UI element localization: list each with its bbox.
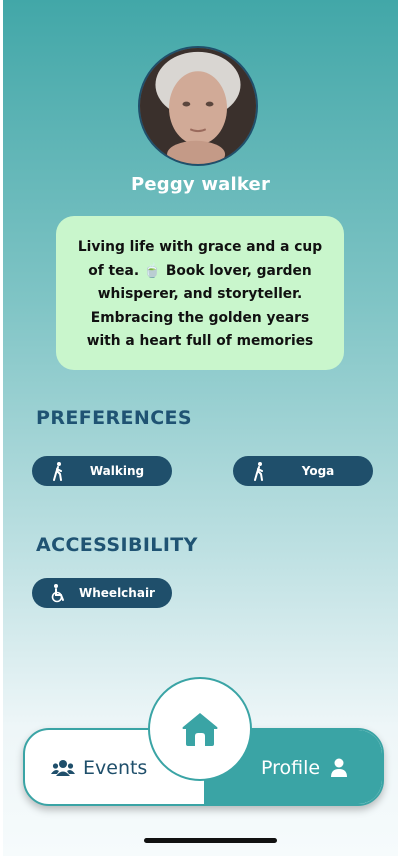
nav-events-label: Events bbox=[83, 757, 148, 779]
bio-card: Living life with grace and a cup of tea.… bbox=[56, 216, 344, 370]
preferences-title: PREFERENCES bbox=[36, 407, 193, 429]
home-icon bbox=[182, 713, 218, 746]
avatar-portrait bbox=[140, 48, 256, 164]
nav-events-button[interactable]: Events bbox=[51, 757, 147, 779]
nav-profile-button[interactable]: Profile bbox=[261, 757, 348, 779]
group-icon bbox=[51, 760, 75, 776]
preference-chip-walking[interactable]: Walking bbox=[32, 456, 172, 486]
user-icon bbox=[331, 758, 348, 777]
profile-name: Peggy walker bbox=[130, 174, 271, 195]
nav-profile-label: Profile bbox=[261, 757, 321, 779]
avatar bbox=[138, 46, 258, 166]
accessibility-title: ACCESSIBILITY bbox=[36, 534, 198, 556]
chip-label: Walking bbox=[89, 464, 145, 478]
home-indicator bbox=[144, 838, 277, 843]
profile-screen: Peggy walker Living life with grace and … bbox=[3, 0, 398, 856]
home-button[interactable] bbox=[148, 677, 252, 781]
preference-chip-yoga[interactable]: Yoga bbox=[233, 456, 373, 486]
accessibility-chip-wheelchair[interactable]: Wheelchair bbox=[32, 578, 172, 608]
chip-label: Wheelchair bbox=[79, 586, 155, 600]
chip-label: Yoga bbox=[301, 464, 335, 478]
